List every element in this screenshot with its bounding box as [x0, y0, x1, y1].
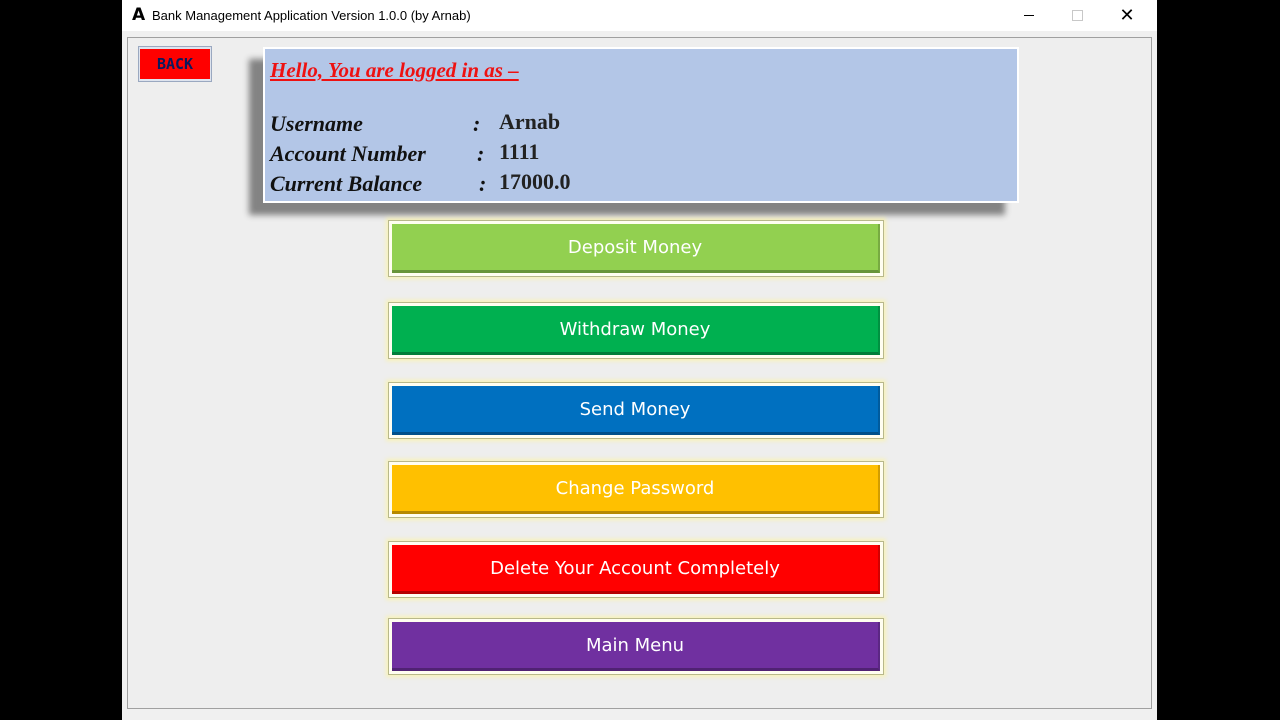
account-info-panel: Hello, You are logged in as – Username :…: [263, 47, 1019, 203]
deposit-money-button[interactable]: Deposit Money: [392, 224, 880, 273]
minimize-button[interactable]: [1006, 0, 1052, 31]
back-button-label: BACK: [140, 49, 210, 79]
title-bar[interactable]: A Bank Management Application Version 1.…: [122, 0, 1157, 31]
minimize-icon: [1024, 15, 1034, 16]
main-menu-button[interactable]: Main Menu: [392, 622, 880, 671]
username-value: Arnab: [499, 109, 561, 134]
maximize-button[interactable]: [1054, 0, 1100, 31]
app-window: A Bank Management Application Version 1.…: [122, 0, 1157, 720]
client-area: BACK Hello, You are logged in as – Usern…: [127, 37, 1152, 709]
account-number-value: 1111: [499, 139, 540, 164]
current-balance-value: 17000.0: [499, 169, 571, 194]
withdraw-money-frame: Withdraw Money: [388, 302, 884, 359]
account-number-label: Account Number: [270, 141, 426, 166]
withdraw-money-button[interactable]: Withdraw Money: [392, 306, 880, 355]
maximize-icon: [1071, 10, 1083, 21]
send-money-frame: Send Money: [388, 382, 884, 439]
change-password-frame: Change Password: [388, 461, 884, 518]
current-balance-separator: :: [479, 171, 487, 196]
username-label: Username: [270, 111, 363, 136]
change-password-button[interactable]: Change Password: [392, 465, 880, 514]
main-menu-frame: Main Menu: [388, 618, 884, 675]
close-button[interactable]: ✕: [1104, 0, 1150, 31]
account-number-separator: :: [477, 141, 485, 166]
current-balance-label: Current Balance: [270, 171, 423, 196]
window-title: Bank Management Application Version 1.0.…: [152, 8, 471, 23]
close-icon: ✕: [1119, 5, 1135, 26]
delete-account-button[interactable]: Delete Your Account Completely: [392, 545, 880, 594]
delete-account-frame: Delete Your Account Completely: [388, 541, 884, 598]
greeting-text: Hello, You are logged in as –: [270, 58, 519, 82]
deposit-money-frame: Deposit Money: [388, 220, 884, 277]
app-icon: A: [132, 5, 146, 25]
back-button[interactable]: BACK: [138, 46, 212, 82]
username-separator: :: [473, 111, 481, 136]
send-money-button[interactable]: Send Money: [392, 386, 880, 435]
